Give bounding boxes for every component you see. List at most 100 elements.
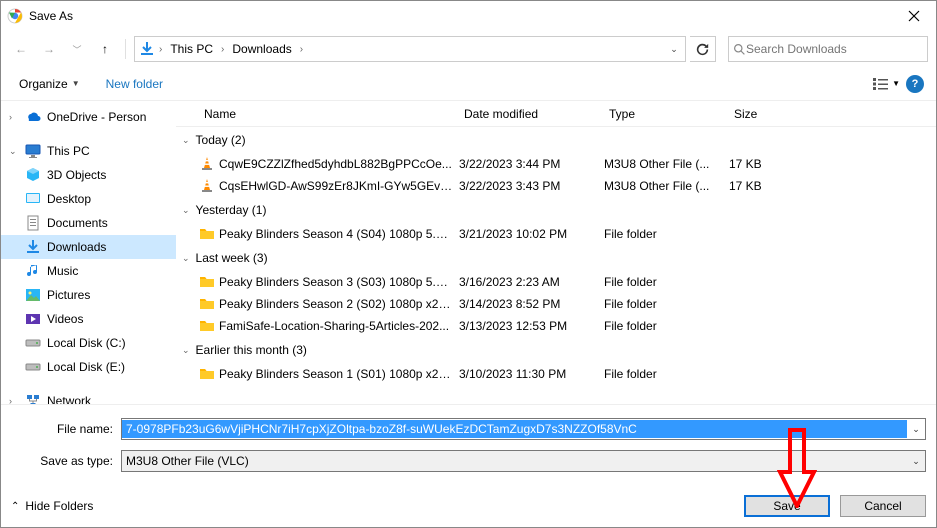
file-row[interactable]: Peaky Blinders Season 1 (S01) 1080p x264… <box>176 363 936 385</box>
save-type-dropdown[interactable]: ⌄ <box>907 450 925 472</box>
file-row[interactable]: Peaky Blinders Season 3 (S03) 1080p 5.1 … <box>176 271 936 293</box>
save-type-combo[interactable]: M3U8 Other File (VLC) ⌄ <box>121 450 926 472</box>
file-list: Name Date modified Type Size ⌄Today (2)C… <box>176 101 936 404</box>
chevron-right-icon[interactable]: › <box>296 44 307 55</box>
col-name[interactable]: Name <box>198 107 458 121</box>
file-name: Peaky Blinders Season 3 (S03) 1080p 5.1 … <box>219 275 453 289</box>
col-date[interactable]: Date modified <box>458 107 603 121</box>
sidebar-item-label: Network <box>47 394 91 404</box>
down-icon <box>25 239 41 255</box>
file-row[interactable]: CqwE9CZZlZfhed5dyhdbL882BgPPCcOe...3/22/… <box>176 153 936 175</box>
view-options[interactable]: ▼ <box>873 78 900 90</box>
address-dropdown[interactable]: ⌄ <box>663 37 685 61</box>
file-name: CqwE9CZZlZfhed5dyhdbL882BgPPCcOe... <box>219 157 452 171</box>
sidebar-item[interactable]: Downloads <box>1 235 176 259</box>
thispc-icon <box>25 143 41 159</box>
folder-icon <box>199 274 215 290</box>
sidebar-item-label: This PC <box>47 144 90 158</box>
save-type-value: M3U8 Other File (VLC) <box>122 452 907 470</box>
new-folder-button[interactable]: New folder <box>100 73 169 95</box>
sidebar-item-label: Local Disk (E:) <box>47 360 125 374</box>
file-row[interactable]: Peaky Blinders Season 4 (S04) 1080p 5.1 … <box>176 223 936 245</box>
file-type: File folder <box>598 297 723 311</box>
chrome-icon <box>7 8 23 24</box>
refresh-button[interactable] <box>690 36 716 62</box>
vids-icon <box>25 311 41 327</box>
breadcrumb-this-pc[interactable]: This PC <box>166 37 217 61</box>
cancel-button[interactable]: Cancel <box>840 495 926 517</box>
group-header[interactable]: ⌄Today (2) <box>176 127 936 153</box>
network-icon <box>25 393 41 404</box>
organize-menu[interactable]: Organize ▼ <box>13 73 86 95</box>
col-type[interactable]: Type <box>603 107 728 121</box>
save-button[interactable]: Save <box>744 495 830 517</box>
sidebar-item[interactable]: ⌄ This PC <box>1 139 176 163</box>
col-size[interactable]: Size <box>728 107 808 121</box>
sidebar-item[interactable]: Documents <box>1 211 176 235</box>
file-name: Peaky Blinders Season 2 (S02) 1080p x264… <box>219 297 453 311</box>
file-type: File folder <box>598 367 723 381</box>
address-bar[interactable]: › This PC › Downloads › ⌄ <box>134 36 686 62</box>
file-date: 3/22/2023 3:43 PM <box>453 179 598 193</box>
desktop-icon <box>25 191 41 207</box>
disk-icon <box>25 335 41 351</box>
sidebar-item[interactable]: ›OneDrive - Person <box>1 105 176 129</box>
folder-icon <box>199 318 215 334</box>
sidebar-item-label: Desktop <box>47 192 91 206</box>
nav-forward: → <box>37 37 61 61</box>
file-type: File folder <box>598 227 723 241</box>
search-box[interactable] <box>728 36 928 62</box>
sidebar-item-label: Local Disk (C:) <box>47 336 126 350</box>
titlebar: Save As <box>1 1 936 31</box>
sidebar-item-label: Documents <box>47 216 108 230</box>
file-name-combo[interactable]: 7-0978PFb23uG6wVjiPHCNr7iH7cpXjZOltpa-bz… <box>121 418 926 440</box>
group-header[interactable]: ⌄Earlier this month (3) <box>176 337 936 363</box>
file-date: 3/14/2023 8:52 PM <box>453 297 598 311</box>
sidebar-item[interactable]: ›Network <box>1 389 176 404</box>
hide-folders-toggle[interactable]: ⌃ Hide Folders <box>11 499 93 513</box>
save-as-dialog: Save As ← → ﹀ ↑ › This PC › Downloads › … <box>0 0 937 528</box>
chevron-right-icon[interactable]: › <box>155 44 166 55</box>
group-header[interactable]: ⌄Yesterday (1) <box>176 197 936 223</box>
vlc-icon <box>199 156 215 172</box>
music-icon <box>25 263 41 279</box>
disk-icon <box>25 359 41 375</box>
search-input[interactable] <box>746 42 923 56</box>
bottom-panel: File name: 7-0978PFb23uG6wVjiPHCNr7iH7cp… <box>1 404 936 527</box>
chevron-icon: ⌄ <box>9 146 19 157</box>
file-name-input[interactable]: 7-0978PFb23uG6wVjiPHCNr7iH7cpXjZOltpa-bz… <box>122 420 907 438</box>
sidebar-item[interactable]: Pictures <box>1 283 176 307</box>
breadcrumb-downloads[interactable]: Downloads <box>228 37 295 61</box>
file-name: FamiSafe-Location-Sharing-5Articles-202.… <box>219 319 449 333</box>
sidebar-item[interactable]: Desktop <box>1 187 176 211</box>
vlc-icon <box>199 178 215 194</box>
file-row[interactable]: Peaky Blinders Season 2 (S02) 1080p x264… <box>176 293 936 315</box>
chevron-right-icon[interactable]: › <box>217 44 228 55</box>
nav-up[interactable]: ↑ <box>93 37 117 61</box>
sidebar-item[interactable]: Local Disk (E:) <box>1 355 176 379</box>
sidebar-item[interactable]: Local Disk (C:) <box>1 331 176 355</box>
nav-back[interactable]: ← <box>9 37 33 61</box>
file-row[interactable]: FamiSafe-Location-Sharing-5Articles-202.… <box>176 315 936 337</box>
sidebar-item[interactable]: Music <box>1 259 176 283</box>
help-button[interactable]: ? <box>906 75 924 93</box>
chevron-down-icon: ⌄ <box>182 135 190 146</box>
file-row[interactable]: CqsEHwlGD-AwS99zEr8JKmI-GYw5GEvsR...3/22… <box>176 175 936 197</box>
close-button[interactable] <box>892 1 936 31</box>
group-header[interactable]: ⌄Last week (3) <box>176 245 936 271</box>
file-date: 3/21/2023 10:02 PM <box>453 227 598 241</box>
nav-recent[interactable]: ﹀ <box>65 37 89 61</box>
nav-row: ← → ﹀ ↑ › This PC › Downloads › ⌄ <box>1 31 936 67</box>
folder-icon <box>199 296 215 312</box>
chevron-down-icon: ⌄ <box>182 253 190 264</box>
sidebar-item[interactable]: Videos <box>1 307 176 331</box>
file-date: 3/10/2023 11:30 PM <box>453 367 598 381</box>
chevron-down-icon: ▼ <box>72 79 80 88</box>
sidebar-item-label: 3D Objects <box>47 168 106 182</box>
sidebar-item-label: OneDrive - Person <box>47 110 146 124</box>
sidebar-item[interactable]: 3D Objects <box>1 163 176 187</box>
file-date: 3/13/2023 12:53 PM <box>453 319 598 333</box>
file-name-dropdown[interactable]: ⌄ <box>907 418 925 440</box>
toolbar: Organize ▼ New folder ▼ ? <box>1 67 936 101</box>
folder-icon <box>199 366 215 382</box>
